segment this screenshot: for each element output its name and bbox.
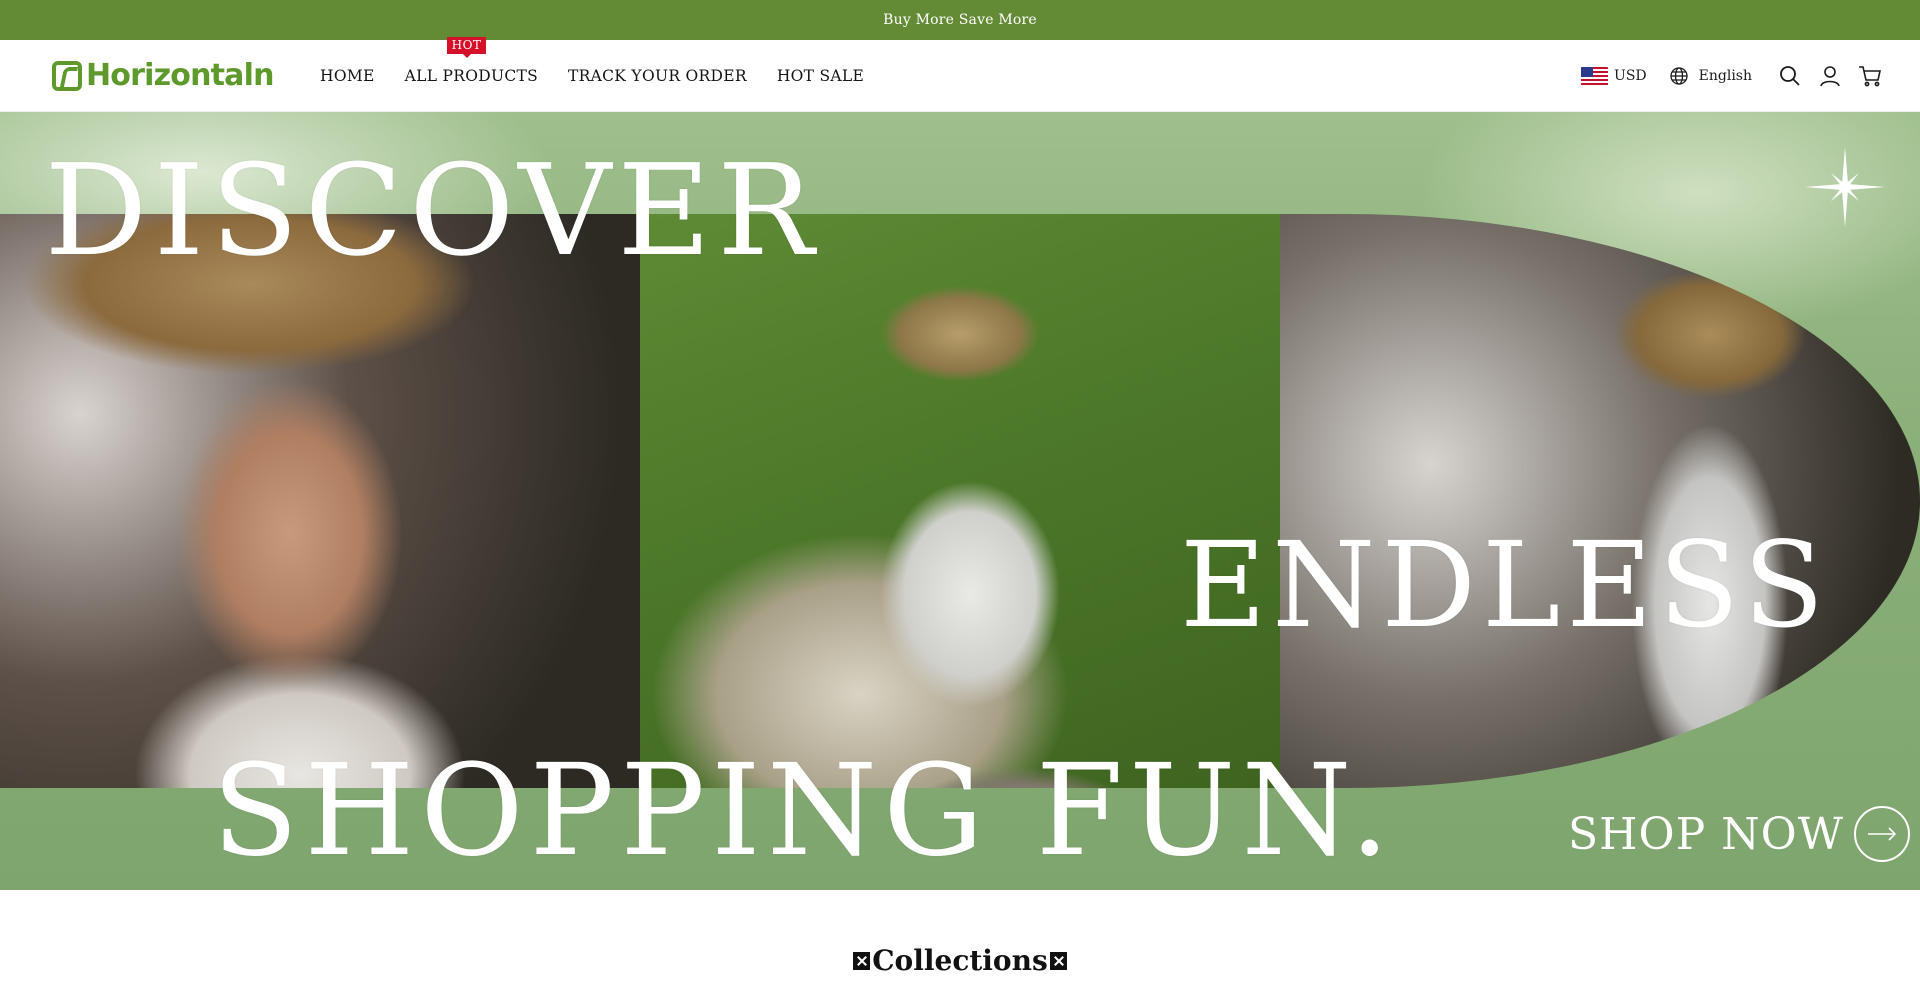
language-selector[interactable]: English xyxy=(1669,66,1752,86)
header-actions: USD English xyxy=(1581,40,1890,112)
nav-item-hot-sale[interactable]: HOT SALE xyxy=(777,67,864,85)
search-button[interactable] xyxy=(1770,56,1810,96)
hero-photo-right xyxy=(1280,214,1920,788)
shop-now-label: SHOP NOW xyxy=(1568,808,1844,860)
shop-now-button[interactable]: SHOP NOW xyxy=(1568,806,1910,862)
nav-item-track-order[interactable]: TRACK YOUR ORDER xyxy=(568,67,747,85)
logo-text: Horizontaln xyxy=(86,58,274,93)
nav-item-all-products[interactable]: HOT ALL PRODUCTS xyxy=(404,37,539,85)
announcement-text: Buy More Save More xyxy=(883,12,1037,28)
collections-title: Collections xyxy=(872,944,1048,977)
hero-heading-shopping-fun: SHOPPING FUN. xyxy=(212,737,1396,884)
arrow-right-icon xyxy=(1853,806,1910,862)
cart-button[interactable] xyxy=(1850,56,1890,96)
account-button[interactable] xyxy=(1810,56,1850,96)
currency-code: USD xyxy=(1614,68,1647,84)
logo-mark-icon xyxy=(52,60,82,91)
sparkle-icon xyxy=(1805,147,1885,227)
collections-section: Collections xyxy=(0,890,1920,993)
currency-selector[interactable]: USD xyxy=(1581,66,1647,86)
nav-item-all-products-label: ALL PRODUCTS xyxy=(404,67,539,85)
hero-photo-left xyxy=(0,214,640,788)
cart-icon xyxy=(1859,66,1881,87)
search-icon xyxy=(1780,66,1800,86)
collections-heading: Collections xyxy=(853,928,1067,993)
missing-glyph-icon xyxy=(1049,951,1067,970)
hero-banner[interactable]: DISCOVER ENDLESS SHOPPING FUN. SHOP NOW xyxy=(0,112,1920,890)
hero-photo-center xyxy=(640,214,1280,788)
hero-heading-discover: DISCOVER xyxy=(44,137,821,284)
nav-item-home[interactable]: HOME xyxy=(320,67,375,85)
logo-link[interactable]: Horizontaln xyxy=(52,58,274,93)
main-nav: HOME HOT ALL PRODUCTS TRACK YOUR ORDER H… xyxy=(320,37,864,112)
announcement-bar: Buy More Save More xyxy=(0,0,1920,40)
us-flag-icon xyxy=(1581,66,1609,86)
missing-glyph-icon xyxy=(853,951,871,970)
globe-icon xyxy=(1669,67,1688,85)
language-label: English xyxy=(1698,68,1752,84)
hero-heading-endless: ENDLESS xyxy=(1180,516,1831,654)
account-icon xyxy=(1820,66,1840,87)
site-header: Horizontaln HOME HOT ALL PRODUCTS TRACK … xyxy=(0,37,1920,112)
hot-badge: HOT xyxy=(446,37,487,58)
